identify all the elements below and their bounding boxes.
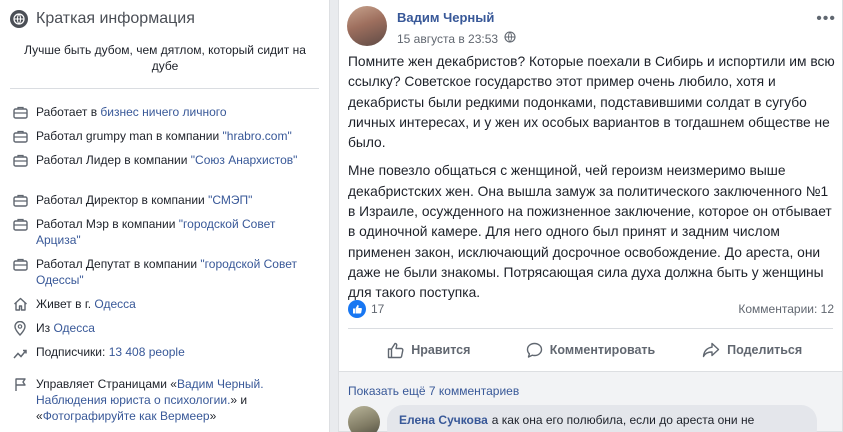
intro-card: Краткая информация Лучше быть дубом, чем…	[0, 0, 330, 432]
author-avatar[interactable]	[347, 6, 387, 46]
briefcase-icon	[12, 192, 28, 208]
intro-item-label: »	[209, 409, 217, 423]
briefcase-icon	[12, 256, 28, 272]
comment-button[interactable]: Комментировать	[510, 336, 672, 364]
intro-item-work-1: Работает в бизнес ничего личного	[12, 104, 322, 120]
comment-author[interactable]: Елена Сучкова	[399, 413, 488, 427]
intro-item-work-2: Работал grumpy man в компании "hrabro.co…	[12, 128, 322, 144]
intro-item-label: Работал grumpy man в компании	[36, 129, 223, 143]
intro-item-link[interactable]: "Союз Анархистов"	[191, 153, 298, 167]
intro-item-label: Управляет Страницами «	[36, 377, 177, 391]
intro-item-label: Работал Директор в компании	[36, 193, 209, 207]
comment-bubble: Елена Сучкова а как она его полюбила, есл…	[387, 405, 817, 432]
show-more-comments-link[interactable]: Показать ещё 7 комментариев	[348, 384, 519, 398]
briefcase-icon	[12, 104, 28, 120]
intro-item-link[interactable]: "hrabro.com"	[223, 129, 292, 143]
intro-item-from: Из Одесса	[12, 320, 322, 336]
intro-item-work-4: Работал Директор в компании "СМЭП"	[12, 192, 322, 208]
post-options-icon[interactable]: •••	[816, 10, 836, 28]
intro-item-label: Работает в	[36, 105, 101, 119]
like-label: Нравится	[411, 343, 471, 357]
intro-item-link[interactable]: "СМЭП"	[208, 193, 252, 207]
intro-header: Краткая информация	[10, 9, 195, 29]
comment-bubble-icon	[526, 342, 543, 359]
briefcase-icon	[12, 152, 28, 168]
divider	[348, 328, 833, 329]
share-label: Поделиться	[727, 343, 803, 357]
briefcase-icon	[12, 128, 28, 144]
intro-item-work-6: Работал Депутат в компании "городской Со…	[12, 256, 322, 288]
globe-icon	[10, 10, 28, 28]
intro-item-link[interactable]: Одесса	[53, 321, 94, 335]
post-meta: 15 августа в 23:53	[397, 31, 516, 46]
intro-item-label: Подписчики:	[36, 345, 109, 359]
thumbs-up-icon	[387, 342, 404, 359]
reactions-summary[interactable]: 17	[348, 300, 384, 318]
intro-title: Краткая информация	[36, 10, 195, 27]
comment-label: Комментировать	[549, 343, 656, 357]
intro-item-label: Из	[36, 321, 54, 335]
location-pin-icon	[12, 320, 28, 336]
home-icon	[12, 296, 28, 312]
commenter-avatar[interactable]	[348, 406, 380, 432]
post-date[interactable]: 15 августа в 23:53	[397, 32, 498, 46]
intro-item-link[interactable]: 13 408 people	[109, 345, 185, 359]
comments-count[interactable]: Комментарии: 12	[738, 302, 834, 316]
flag-icon	[12, 376, 28, 392]
intro-item-followers: Подписчики: 13 408 people	[12, 344, 322, 360]
public-globe-icon	[504, 31, 516, 46]
intro-item-work-3: Работал Лидер в компании "Союз Анархисто…	[12, 152, 322, 168]
share-button[interactable]: Поделиться	[671, 336, 833, 364]
intro-item-label: Работал Лидер в компании	[36, 153, 191, 167]
post-actions: Нравится Комментировать Поделиться	[348, 336, 833, 364]
intro-item-label: Работал Мэр в компании	[36, 217, 179, 231]
share-arrow-icon	[702, 342, 720, 358]
post-card: Вадим Черный 15 августа в 23:53 ••• Помн…	[338, 0, 843, 372]
reactions-count: 17	[371, 302, 385, 316]
post-paragraph: Помните жен декабристов? Которые поехали…	[348, 54, 835, 151]
briefcase-icon	[12, 216, 28, 232]
page-link-2[interactable]: Фотографируйте как Вермеер	[43, 409, 210, 423]
post-body: Помните жен декабристов? Которые поехали…	[348, 52, 836, 312]
intro-item-link[interactable]: бизнес ничего личного	[100, 105, 226, 119]
like-button[interactable]: Нравится	[348, 336, 510, 364]
post-author[interactable]: Вадим Черный	[397, 10, 494, 25]
followers-icon	[12, 344, 28, 360]
intro-item-label: Работал Депутат в компании	[36, 257, 201, 271]
comment-text: а как она его полюбила, если до ареста о…	[491, 413, 755, 427]
divider	[10, 88, 319, 89]
intro-item-work-5: Работал Мэр в компании "городской Совет …	[12, 216, 322, 248]
bio-text: Лучше быть дубом, чем дятлом, который си…	[24, 43, 306, 73]
post-paragraph: Мне повезло общаться с женщиной, чей гер…	[348, 163, 832, 301]
intro-item-label: Живет в г.	[36, 297, 95, 311]
comments-section: Показать ещё 7 комментариев Елена Сучков…	[338, 372, 843, 432]
intro-item-lives-in: Живет в г. Одесса	[12, 296, 322, 312]
like-reaction-icon	[348, 300, 366, 318]
intro-item-pages: Управляет Страницами «Вадим Черный. Набл…	[12, 376, 312, 424]
intro-item-link[interactable]: Одесса	[94, 297, 135, 311]
